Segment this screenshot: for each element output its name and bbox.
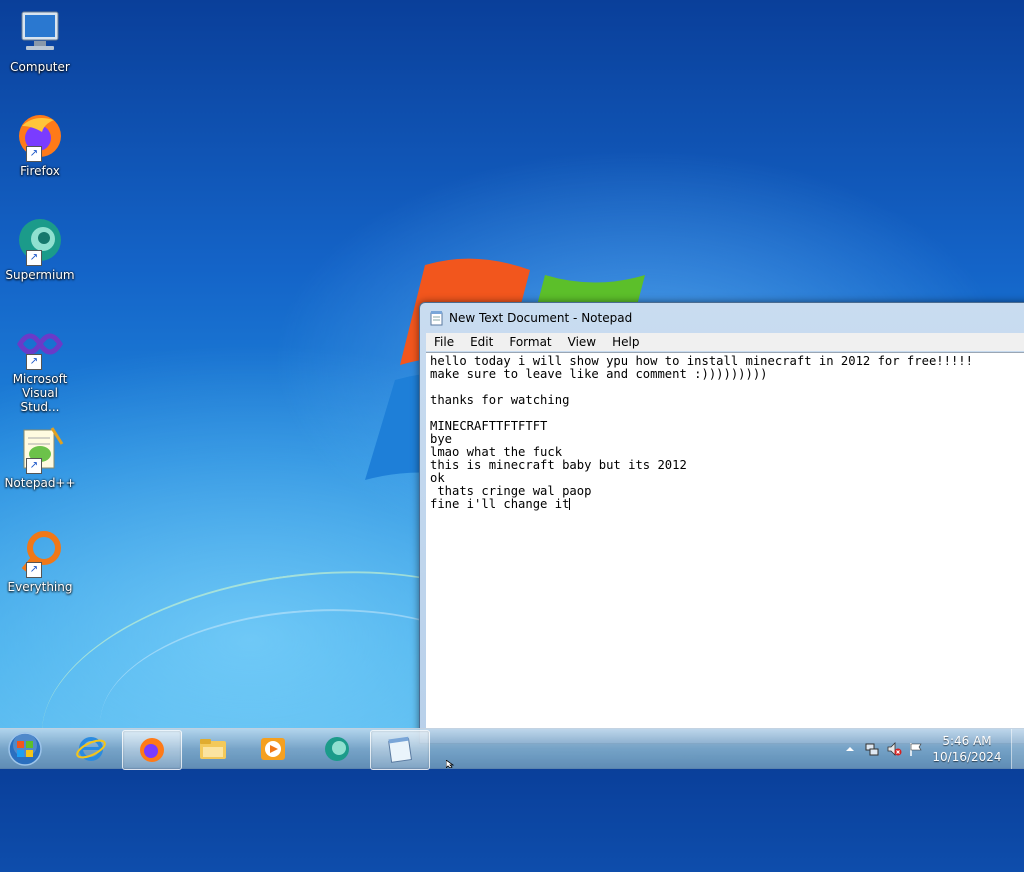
desktop-icon-label: Microsoft Visual Stud... <box>12 372 68 414</box>
show-hidden-icons-icon[interactable] <box>842 741 858 757</box>
taskbar-internet-explorer[interactable] <box>62 730 120 768</box>
desktop-icon-visual-studio[interactable]: ↗ Microsoft Visual Stud... <box>2 320 78 414</box>
action-center-flag-icon[interactable] <box>908 741 924 757</box>
desktop-icon-computer[interactable]: Computer <box>2 8 78 74</box>
taskbar-file-explorer[interactable] <box>184 730 242 768</box>
desktop-icon-notepad-plus-plus[interactable]: ↗ Notepad++ <box>2 424 78 490</box>
desktop-icon-label: Notepad++ <box>4 476 76 490</box>
window-title: New Text Document - Notepad <box>449 311 633 325</box>
text-line: thanks for watching <box>430 393 570 407</box>
menu-file[interactable]: File <box>426 335 462 349</box>
menu-view[interactable]: View <box>560 335 604 349</box>
clock-date: 10/16/2024 <box>932 750 1002 764</box>
file-explorer-icon <box>200 739 226 759</box>
desktop-icon-label: Computer <box>10 60 70 74</box>
text-line: lmao what the fuck <box>430 445 563 459</box>
taskbar-notepad[interactable] <box>370 730 430 770</box>
network-icon[interactable] <box>864 741 880 757</box>
desktop-icon-supermium[interactable]: ↗ Supermium <box>2 216 78 282</box>
taskbar-firefox[interactable] <box>122 730 182 770</box>
desktop-icon-everything[interactable]: ↗ Everything <box>2 528 78 594</box>
system-tray: 5:46 AM 10/16/2024 <box>839 729 1024 769</box>
menu-format[interactable]: Format <box>501 335 559 349</box>
firefox-icon: ↗ <box>14 112 66 162</box>
notepad-icon <box>388 736 412 763</box>
text-line: fine i'll change it <box>430 497 570 511</box>
notepad-titlebar[interactable]: New Text Document - Notepad <box>420 303 1024 333</box>
text-line: MINECRAFTTFTFTFT <box>430 419 548 433</box>
clock[interactable]: 5:46 AM 10/16/2024 <box>927 733 1007 765</box>
supermium-icon <box>325 737 349 761</box>
text-line: ok <box>430 471 445 485</box>
everything-search-icon: ↗ <box>14 528 66 578</box>
text-line: thats cringe wal paop <box>430 484 592 498</box>
desktop-icon-label: Everything <box>7 580 73 594</box>
start-orb-icon[interactable] <box>6 731 44 767</box>
computer-icon <box>14 8 66 58</box>
internet-explorer-icon <box>76 737 106 761</box>
desktop-icon-label: Supermium <box>5 268 75 282</box>
menu-edit[interactable]: Edit <box>462 335 501 349</box>
notepad-window[interactable]: New Text Document - Notepad File Edit Fo… <box>419 302 1024 744</box>
menu-help[interactable]: Help <box>604 335 647 349</box>
notepad-plus-plus-icon: ↗ <box>14 424 66 474</box>
shortcut-arrow-icon: ↗ <box>26 146 42 162</box>
clock-time: 5:46 AM <box>942 734 992 748</box>
firefox-icon <box>140 738 164 762</box>
mouse-cursor-icon <box>446 760 455 768</box>
shortcut-arrow-icon: ↗ <box>26 354 42 370</box>
text-caret <box>569 498 571 510</box>
desktop-icon-firefox[interactable]: ↗ Firefox <box>2 112 78 178</box>
shortcut-arrow-icon: ↗ <box>26 458 42 474</box>
taskbar-supermium[interactable] <box>308 730 366 768</box>
media-player-icon <box>261 738 285 760</box>
text-line: this is minecraft baby but its 2012 <box>430 458 687 472</box>
text-editor-area[interactable]: hello today i will show ypu how to insta… <box>426 352 1024 729</box>
text-line: bye <box>430 432 453 446</box>
text-line: hello today i will show ypu how to insta… <box>430 354 973 368</box>
shortcut-arrow-icon: ↗ <box>26 562 42 578</box>
taskbar: 5:46 AM 10/16/2024 <box>0 728 1024 770</box>
volume-muted-icon[interactable] <box>886 741 902 757</box>
visual-studio-icon: ↗ <box>14 320 66 370</box>
notepad-icon <box>430 310 443 325</box>
text-line: make sure to leave like and comment :)))… <box>430 367 768 381</box>
menu-bar: File Edit Format View Help <box>426 333 1024 351</box>
show-desktop-button[interactable] <box>1011 729 1024 769</box>
desktop-icon-label: Firefox <box>20 164 60 178</box>
shortcut-arrow-icon: ↗ <box>26 250 42 266</box>
supermium-icon: ↗ <box>14 216 66 266</box>
taskbar-media-player[interactable] <box>244 730 302 768</box>
